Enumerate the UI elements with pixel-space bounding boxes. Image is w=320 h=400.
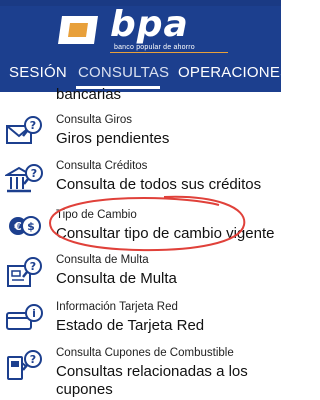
currency-exchange-icon: € $ xyxy=(9,216,41,236)
tab-sesion[interactable]: SESIÓN xyxy=(9,64,67,81)
item-title: Consulta de Multa xyxy=(56,254,149,266)
logo-divider xyxy=(110,52,228,53)
item-subtitle: Consultas relacionadas a los xyxy=(56,363,248,380)
item-subtitle: Estado de Tarjeta Red xyxy=(56,317,205,334)
svg-text:$: $ xyxy=(27,220,35,233)
fuel-coupon-search-icon: ? xyxy=(7,350,42,380)
tab-bar: SESIÓN CONSULTAS OPERACIONES xyxy=(0,60,290,90)
envelope-search-icon: ? xyxy=(6,116,42,144)
annotation-circle xyxy=(48,195,246,252)
item-subtitle: Consulta de todos sus créditos xyxy=(56,176,262,193)
item-title: Consulta Giros xyxy=(56,114,133,126)
svg-text:?: ? xyxy=(30,353,36,366)
item-title: Consulta Cupones de Combustible xyxy=(56,347,234,359)
app-header: bpa banco popular de ahorro SESIÓN CONSU… xyxy=(0,0,290,92)
tab-consultas[interactable]: CONSULTAS xyxy=(78,64,169,81)
item-subtitle: Giros pendientes xyxy=(56,130,170,147)
bank-search-icon: ? xyxy=(5,164,43,193)
item-subtitle: Consulta de Multa xyxy=(56,270,177,287)
logo-subtitle: banco popular de ahorro xyxy=(114,44,195,51)
svg-text:?: ? xyxy=(31,167,37,180)
item-title: Consulta Créditos xyxy=(56,160,148,172)
svg-text:i: i xyxy=(32,307,36,320)
logo-wordmark: bpa xyxy=(110,4,189,45)
ticket-search-icon: ? xyxy=(7,257,42,287)
svg-text:?: ? xyxy=(30,119,36,132)
tab-operaciones[interactable]: OPERACIONES xyxy=(178,64,290,81)
partial-list-item[interactable]: bancarias xyxy=(56,86,121,103)
svg-text:?: ? xyxy=(30,260,36,273)
bpa-logo-mark-icon xyxy=(58,16,98,44)
bpa-logo: bpa banco popular de ahorro xyxy=(58,4,238,54)
svg-text:€: € xyxy=(13,220,22,233)
item-subtitle-line2: cupones xyxy=(56,381,113,398)
item-title: Información Tarjeta Red xyxy=(56,301,178,313)
card-info-icon: i xyxy=(6,304,43,330)
